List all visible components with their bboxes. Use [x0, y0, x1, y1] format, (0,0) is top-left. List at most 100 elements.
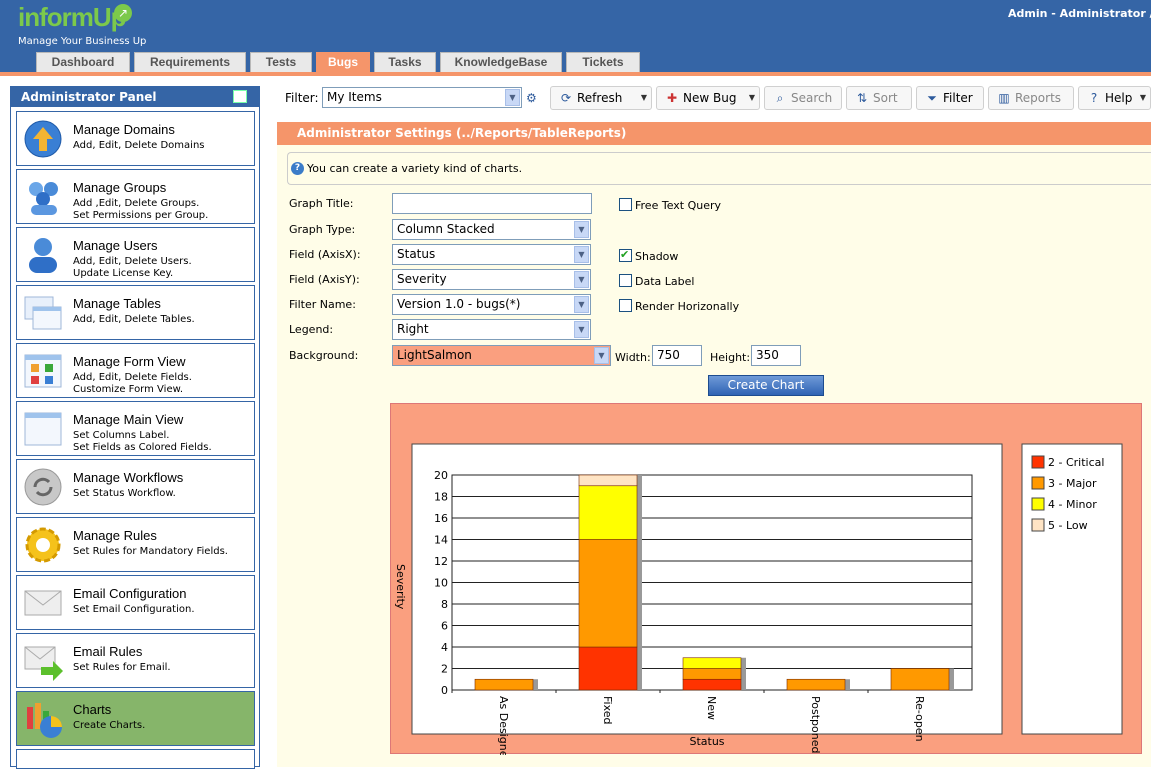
chevron-down-icon: ▼: [574, 296, 589, 313]
panel-item-manage-rules[interactable]: Manage Rules Set Rules for Mandatory Fiel…: [16, 517, 255, 572]
gear-icon: [23, 525, 63, 565]
panel-item-desc: Add, Edit, Delete Tables.: [73, 314, 195, 325]
axis-x-value: Status: [397, 247, 436, 261]
panel-item-manage-tables[interactable]: Manage Tables Add, Edit, Delete Tables.: [16, 285, 255, 340]
refresh-button[interactable]: ⟳ Refresh ▼: [550, 86, 652, 110]
chevron-down-icon[interactable]: ▼: [749, 87, 755, 109]
sort-button[interactable]: ⇅ Sort: [846, 86, 912, 110]
tab-tests[interactable]: Tests: [250, 52, 312, 72]
filter-name-select[interactable]: Version 1.0 - bugs(*) ▼: [392, 294, 591, 315]
panel-title: Administrator Panel: [11, 87, 259, 107]
panel-item-manage-workflows[interactable]: Manage Workflows Set Status Workflow.: [16, 459, 255, 514]
graph-title-input[interactable]: [392, 193, 592, 214]
axis-x-label: Field (AxisX):: [289, 248, 361, 261]
bar-segment: [682, 657, 742, 669]
panel-item-title: Email Rules: [73, 644, 143, 659]
help-button[interactable]: ? Help ▼: [1078, 86, 1151, 110]
panel-item-partial[interactable]: [16, 749, 255, 769]
background-select[interactable]: LightSalmon ▼: [392, 345, 611, 366]
shadow-label: Shadow: [635, 250, 679, 263]
tab-tickets[interactable]: Tickets: [566, 52, 640, 72]
bar-segment: [682, 668, 742, 680]
y-tick-label: 18: [434, 491, 448, 504]
collapse-panel-icon[interactable]: [233, 90, 247, 103]
render-horizontally-checkbox[interactable]: [619, 299, 632, 312]
filter-button[interactable]: ⏷ Filter: [916, 86, 984, 110]
panel-item-manage-users[interactable]: Manage Users Add, Edit, Delete Users. Upd…: [16, 227, 255, 282]
chevron-down-icon: ▼: [594, 347, 609, 364]
panel-item-email-configuration[interactable]: Email Configuration Set Email Configurati…: [16, 575, 255, 630]
data-label-checkbox[interactable]: [619, 274, 632, 287]
panel-item-title: Manage Main View: [73, 412, 184, 427]
panel-item-email-rules[interactable]: Email Rules Set Rules for Email.: [16, 633, 255, 688]
tab-knowledgebase[interactable]: KnowledgeBase: [440, 52, 562, 72]
settings-title-bar: Administrator Settings (../Reports/Table…: [277, 122, 1151, 145]
y-tick-label: 20: [434, 469, 448, 482]
chevron-down-icon[interactable]: ▼: [1140, 87, 1146, 109]
tab-bugs[interactable]: Bugs: [316, 52, 370, 73]
legend-swatch: [1031, 497, 1045, 511]
y-tick-label: 2: [441, 663, 448, 676]
info-icon: ?: [291, 162, 304, 175]
filter-button-label: Filter: [943, 91, 973, 105]
y-tick-label: 10: [434, 577, 448, 590]
filter-name-label: Filter Name:: [289, 298, 356, 311]
info-box: ? You can create a variety kind of chart…: [287, 152, 1151, 185]
panel-item-title: Email Configuration: [73, 586, 187, 601]
main-view-icon: [23, 409, 63, 449]
help-icon: ?: [1090, 91, 1098, 105]
bar-segment: [786, 678, 846, 691]
filter-select[interactable]: My Items ▼: [322, 87, 522, 108]
chart-area: 0 2 4 6 8 10 12 14 16 18 20 As Designed Fixed New Post…: [390, 403, 1142, 755]
panel-item-title: Manage Workflows: [73, 470, 184, 485]
logo: informUp: [18, 2, 127, 32]
y-tick-label: 8: [441, 598, 448, 611]
axis-x-select[interactable]: Status ▼: [392, 244, 591, 265]
axis-y-select[interactable]: Severity ▼: [392, 269, 591, 290]
filter-settings-icon[interactable]: ⚙: [526, 91, 537, 105]
graph-type-select[interactable]: Column Stacked ▼: [392, 219, 591, 240]
toolbar: Filter: My Items ▼ ⚙ ⟳ Refresh ▼ ✚ New Bug ▼…: [278, 84, 1151, 114]
panel-item-charts[interactable]: Charts Create Charts.: [16, 691, 255, 746]
panel-item-manage-form-view[interactable]: Manage Form View Add, Edit, Delete Fields…: [16, 343, 255, 398]
legend-select[interactable]: Right ▼: [392, 319, 591, 340]
panel-item-manage-main-view[interactable]: Manage Main View Set Columns Label. Set F…: [16, 401, 255, 456]
tab-dashboard[interactable]: Dashboard: [36, 52, 130, 72]
height-input[interactable]: 350: [751, 345, 801, 366]
panel-item-desc: Add ,Edit, Delete Groups. Set Permission…: [73, 198, 209, 221]
legend-entry: 2 - Critical: [1048, 456, 1104, 469]
width-input[interactable]: 750: [652, 345, 702, 366]
free-text-query-checkbox[interactable]: [619, 198, 632, 211]
data-label-label: Data Label: [635, 275, 695, 288]
y-tick-label: 6: [441, 620, 448, 633]
graph-title-label: Graph Title:: [289, 197, 354, 210]
tab-requirements[interactable]: Requirements: [134, 52, 246, 72]
new-bug-button[interactable]: ✚ New Bug ▼: [656, 86, 760, 110]
info-text: You can create a variety kind of charts.: [307, 162, 523, 175]
user-info[interactable]: Admin - Administrator / S: [1008, 7, 1151, 20]
tables-icon: [23, 293, 63, 333]
legend-value: Right: [397, 322, 429, 336]
shadow-checkbox[interactable]: [619, 248, 632, 262]
tab-tasks[interactable]: Tasks: [374, 52, 436, 72]
panel-item-title: Manage Form View: [73, 354, 186, 369]
create-chart-button[interactable]: Create Chart: [708, 375, 824, 396]
panel-item-desc: Set Rules for Email.: [73, 662, 171, 673]
panel-item-manage-groups[interactable]: Manage Groups Add ,Edit, Delete Groups. S…: [16, 169, 255, 224]
y-tick-label: 0: [441, 684, 448, 697]
panel-item-manage-domains[interactable]: Manage Domains Add, Edit, Delete Domains: [16, 111, 255, 166]
search-button[interactable]: ⌕ Search: [764, 86, 842, 110]
funnel-icon: ⏷: [927, 91, 937, 105]
bar-segment: [578, 474, 638, 487]
panel-item-desc: Set Email Configuration.: [73, 604, 195, 615]
x-tick-label: Re-open: [913, 696, 926, 742]
panel-item-desc: Set Columns Label. Set Fields as Colored…: [73, 430, 212, 453]
filter-select-value: My Items: [327, 90, 382, 104]
panel-item-desc: Add, Edit, Delete Domains: [73, 140, 205, 151]
panel-item-title: Manage Domains: [73, 122, 175, 137]
reports-button[interactable]: ▥ Reports: [988, 86, 1074, 110]
chevron-down-icon: ▼: [505, 89, 520, 106]
x-tick-label: New: [705, 696, 718, 720]
refresh-label: Refresh: [577, 91, 623, 105]
chevron-down-icon[interactable]: ▼: [641, 87, 647, 109]
